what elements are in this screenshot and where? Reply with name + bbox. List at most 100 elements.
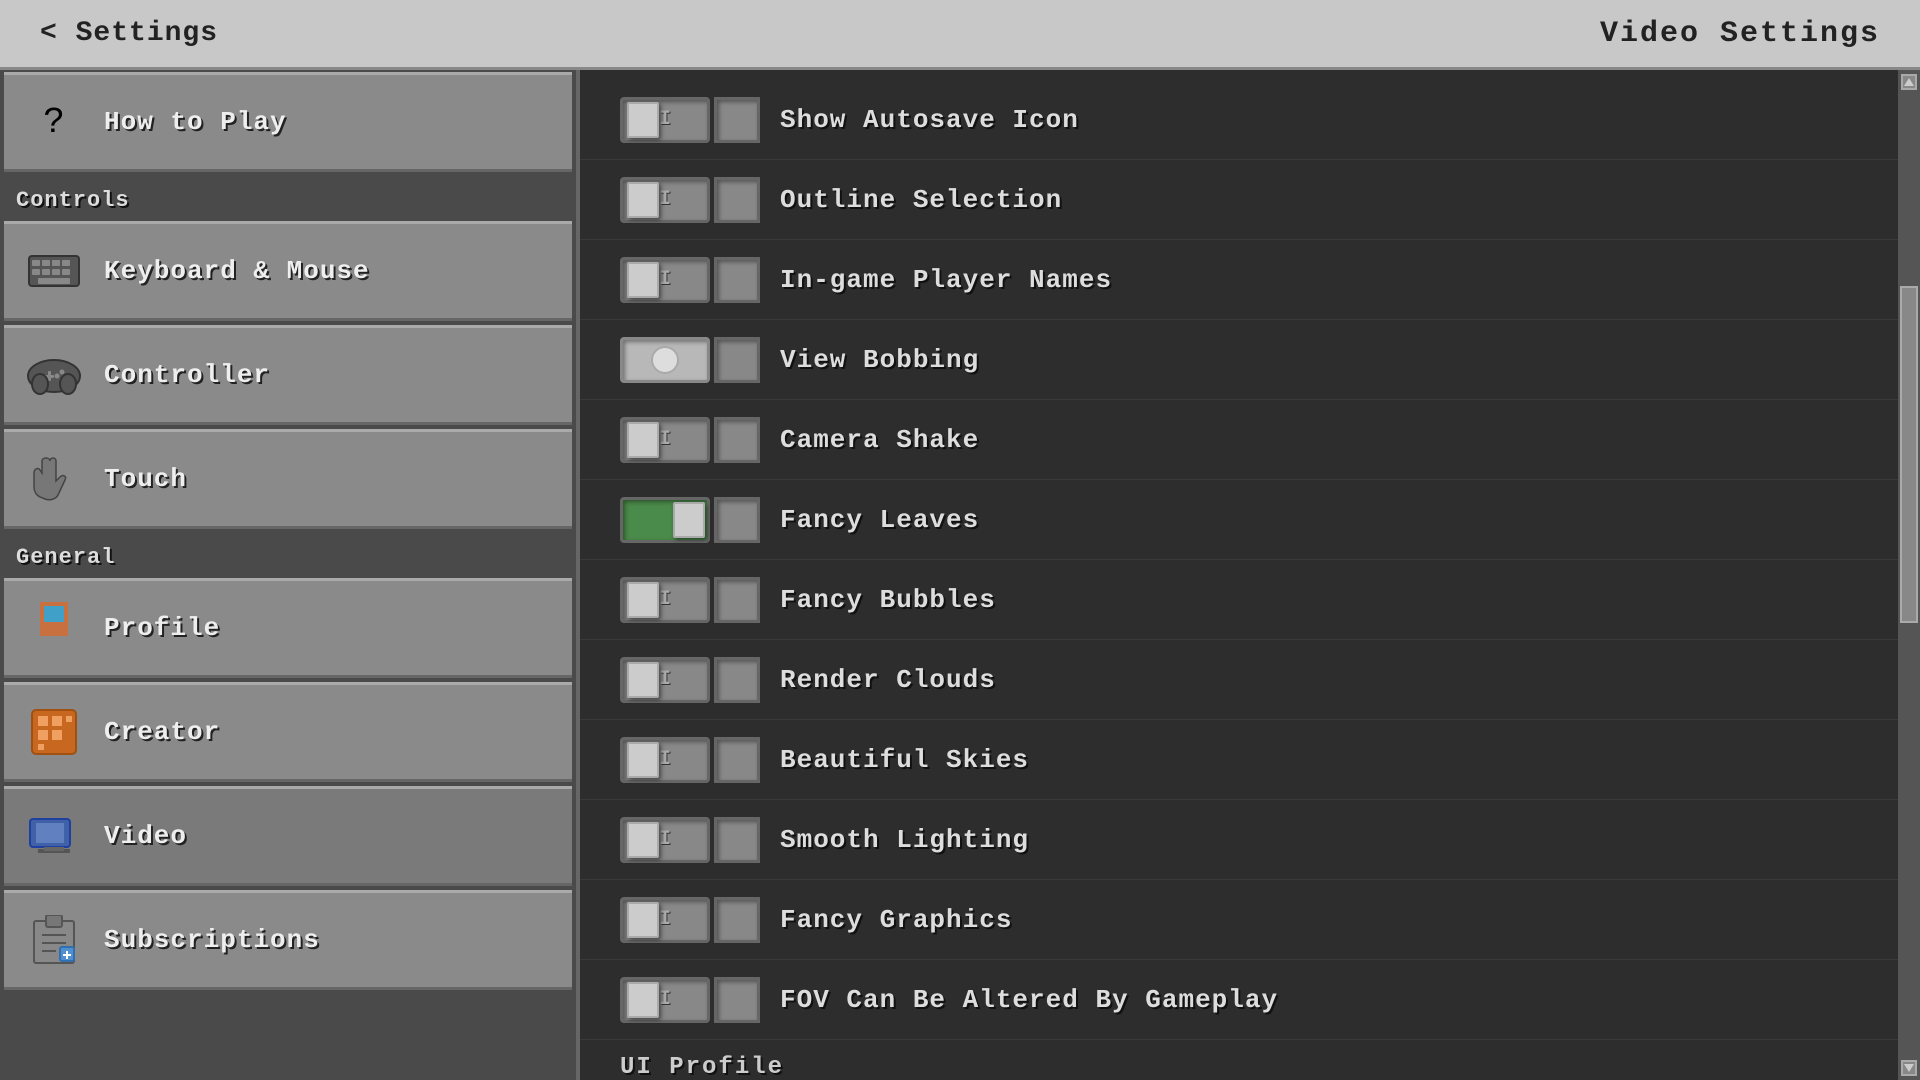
camera-shake-toggle[interactable]: I bbox=[620, 417, 710, 463]
sidebar-item-creator[interactable]: Creator bbox=[4, 682, 572, 782]
player-names-toggle[interactable]: I bbox=[620, 257, 710, 303]
toggle-i-marker: I bbox=[659, 748, 671, 771]
toggle-knob bbox=[627, 742, 659, 778]
view-bobbing-label: View Bobbing bbox=[780, 345, 979, 375]
setting-row-smooth-lighting[interactable]: I Smooth Lighting bbox=[580, 800, 1920, 880]
fancy-leaves-icon-box bbox=[714, 497, 760, 543]
setting-row-render-clouds[interactable]: I Render Clouds bbox=[580, 640, 1920, 720]
fov-label: FOV Can Be Altered By Gameplay bbox=[780, 985, 1278, 1015]
creator-label: Creator bbox=[104, 717, 220, 747]
sidebar-item-controller[interactable]: Controller bbox=[4, 325, 572, 425]
outline-label: Outline Selection bbox=[780, 185, 1062, 215]
setting-row-camera-shake[interactable]: I Camera Shake bbox=[580, 400, 1920, 480]
setting-row-player-names[interactable]: I In-game Player Names bbox=[580, 240, 1920, 320]
beautiful-skies-label: Beautiful Skies bbox=[780, 745, 1029, 775]
scrollbar-track[interactable] bbox=[1898, 70, 1920, 1080]
autosave-icon-box bbox=[714, 97, 760, 143]
setting-row-fancy-leaves[interactable]: Fancy Leaves bbox=[580, 480, 1920, 560]
toggle-knob bbox=[627, 982, 659, 1018]
toggle-knob bbox=[627, 422, 659, 458]
camera-shake-label: Camera Shake bbox=[780, 425, 979, 455]
question-icon: ? bbox=[24, 92, 84, 152]
toggle-knob bbox=[627, 902, 659, 938]
toggle-i-marker: I bbox=[659, 108, 671, 131]
toggle-knob bbox=[627, 662, 659, 698]
toggle-i-marker: I bbox=[659, 828, 671, 851]
smooth-lighting-icon-box bbox=[714, 817, 760, 863]
toggle-knob bbox=[627, 582, 659, 618]
toggle-knob bbox=[627, 822, 659, 858]
toggle-i-marker: I bbox=[659, 988, 671, 1011]
back-button[interactable]: < Settings bbox=[40, 18, 218, 49]
touch-icon bbox=[24, 449, 84, 509]
autosave-toggle[interactable]: I bbox=[620, 97, 710, 143]
controller-icon bbox=[24, 345, 84, 405]
subscriptions-label: Subscriptions bbox=[104, 925, 320, 955]
toggle-knob bbox=[627, 102, 659, 138]
sidebar-item-how-to-play[interactable]: ? How to Play bbox=[4, 72, 572, 172]
render-clouds-toggle[interactable]: I bbox=[620, 657, 710, 703]
sidebar-item-touch[interactable]: Touch bbox=[4, 429, 572, 529]
view-bobbing-toggle-container bbox=[620, 337, 760, 383]
smooth-lighting-toggle-container: I bbox=[620, 817, 760, 863]
player-names-toggle-container: I bbox=[620, 257, 760, 303]
video-label: Video bbox=[104, 821, 187, 851]
profile-label: Profile bbox=[104, 613, 220, 643]
profile-icon bbox=[24, 598, 84, 658]
toggle-knob bbox=[673, 502, 705, 538]
smooth-lighting-toggle[interactable]: I bbox=[620, 817, 710, 863]
video-icon bbox=[24, 806, 84, 866]
main-layout: ? How to Play Controls Ke bbox=[0, 70, 1920, 1080]
fancy-leaves-label: Fancy Leaves bbox=[780, 505, 979, 535]
sidebar-item-subscriptions[interactable]: Subscriptions bbox=[4, 890, 572, 990]
toggle-knob bbox=[627, 182, 659, 218]
fov-toggle[interactable]: I bbox=[620, 977, 710, 1023]
player-names-icon-box bbox=[714, 257, 760, 303]
fancy-leaves-toggle[interactable] bbox=[620, 497, 710, 543]
camera-shake-toggle-container: I bbox=[620, 417, 760, 463]
fov-toggle-container: I bbox=[620, 977, 760, 1023]
sidebar-item-video[interactable]: Video bbox=[4, 786, 572, 886]
setting-row-autosave[interactable]: I Show Autosave Icon bbox=[580, 80, 1920, 160]
setting-row-fancy-graphics[interactable]: I Fancy Graphics bbox=[580, 880, 1920, 960]
fancy-graphics-toggle[interactable]: I bbox=[620, 897, 710, 943]
camera-shake-icon-box bbox=[714, 417, 760, 463]
toggle-i-marker: I bbox=[659, 588, 671, 611]
fancy-bubbles-toggle-container: I bbox=[620, 577, 760, 623]
render-clouds-icon-box bbox=[714, 657, 760, 703]
toggle-i-marker: I bbox=[659, 188, 671, 211]
general-section-label: General bbox=[0, 531, 576, 576]
touch-label: Touch bbox=[104, 464, 187, 494]
setting-row-view-bobbing[interactable]: View Bobbing bbox=[580, 320, 1920, 400]
view-bobbing-circle-knob bbox=[651, 346, 679, 374]
autosave-label: Show Autosave Icon bbox=[780, 105, 1079, 135]
scrollbar-body bbox=[1898, 94, 1920, 1056]
scrollbar-down-button[interactable] bbox=[1901, 1060, 1917, 1076]
view-bobbing-toggle[interactable] bbox=[620, 337, 710, 383]
controls-section-label: Controls bbox=[0, 174, 576, 219]
autosave-toggle-container: I bbox=[620, 97, 760, 143]
beautiful-skies-toggle[interactable]: I bbox=[620, 737, 710, 783]
sidebar-item-profile[interactable]: Profile bbox=[4, 578, 572, 678]
ui-profile-section-label: UI Profile bbox=[580, 1040, 1920, 1080]
header: < Settings Video Settings bbox=[0, 0, 1920, 70]
setting-row-outline[interactable]: I Outline Selection bbox=[580, 160, 1920, 240]
outline-toggle[interactable]: I bbox=[620, 177, 710, 223]
smooth-lighting-label: Smooth Lighting bbox=[780, 825, 1029, 855]
scrollbar-thumb[interactable] bbox=[1900, 286, 1918, 623]
controller-label: Controller bbox=[104, 360, 270, 390]
outline-toggle-container: I bbox=[620, 177, 760, 223]
content-area: I Show Autosave Icon I Outline Selection bbox=[580, 70, 1920, 1080]
setting-row-fancy-bubbles[interactable]: I Fancy Bubbles bbox=[580, 560, 1920, 640]
player-names-label: In-game Player Names bbox=[780, 265, 1112, 295]
setting-row-beautiful-skies[interactable]: I Beautiful Skies bbox=[580, 720, 1920, 800]
scroll-up-arrow bbox=[1904, 78, 1914, 86]
keyboard-label: Keyboard & Mouse bbox=[104, 256, 370, 286]
sidebar: ? How to Play Controls Ke bbox=[0, 70, 580, 1080]
settings-list: I Show Autosave Icon I Outline Selection bbox=[580, 70, 1920, 1080]
scrollbar-up-button[interactable] bbox=[1901, 74, 1917, 90]
fancy-bubbles-toggle[interactable]: I bbox=[620, 577, 710, 623]
sidebar-item-keyboard[interactable]: Keyboard & Mouse bbox=[4, 221, 572, 321]
setting-row-fov[interactable]: I FOV Can Be Altered By Gameplay bbox=[580, 960, 1920, 1040]
creator-icon bbox=[24, 702, 84, 762]
